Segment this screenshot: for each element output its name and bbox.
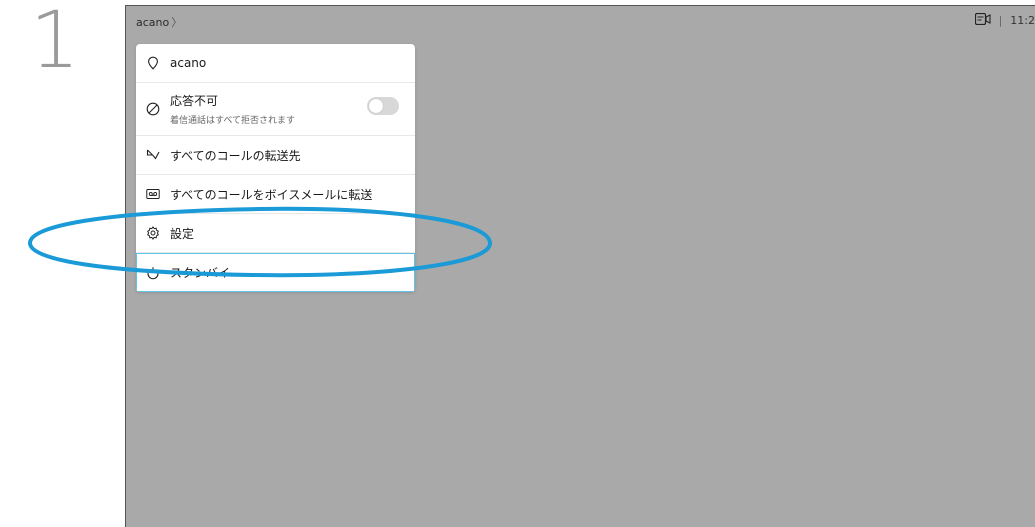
menu-item-label: 設定 (170, 226, 195, 241)
do-not-disturb-icon (146, 102, 160, 116)
menu-item-acano[interactable]: acano (136, 44, 415, 83)
menu-item-label: すべてのコールをボイスメールに転送 (170, 187, 373, 202)
gear-icon (146, 226, 160, 240)
call-forward-icon (146, 148, 160, 162)
step-number: 1 (30, 0, 80, 86)
voicemail-icon (146, 187, 160, 201)
chevron-right-icon: 〉 (171, 16, 183, 29)
breadcrumb-label: acano (136, 16, 170, 29)
menu-item-label: すべてのコールの転送先 (170, 148, 301, 163)
status-bar: | 11:2 (974, 12, 1035, 28)
menu-item-call-forward[interactable]: すべてのコールの転送先 (136, 136, 415, 175)
self-view-icon[interactable] (974, 12, 991, 28)
menu-item-forward-to-voicemail[interactable]: すべてのコールをボイスメールに転送 (136, 175, 415, 214)
menu-item-label: スタンバイ (170, 266, 231, 280)
power-icon (146, 266, 160, 280)
menu-item-sublabel: 着信通話はすべて拒否されます (170, 116, 296, 126)
status-separator: | (998, 14, 1003, 27)
location-pin-icon (146, 56, 160, 70)
menu-item-label: acano (170, 56, 207, 70)
toggle-knob (369, 99, 383, 113)
do-not-disturb-toggle[interactable] (367, 97, 399, 115)
menu-item-standby[interactable]: スタンバイ (136, 253, 415, 292)
menu-item-do-not-disturb[interactable]: 応答不可 着信通話はすべて拒否されます (136, 83, 415, 136)
device-screen: acano 〉 | 11:2 acano 応答不可 着信通話はすべて拒否されます… (125, 5, 1035, 527)
menu-item-settings[interactable]: 設定 (136, 214, 415, 253)
breadcrumb[interactable]: acano 〉 (136, 14, 182, 30)
clock: 11:2 (1010, 14, 1035, 27)
dropdown-menu: acano 応答不可 着信通話はすべて拒否されます すべてのコールの転送先 すべ… (136, 44, 415, 292)
menu-item-label: 応答不可 (170, 94, 219, 108)
